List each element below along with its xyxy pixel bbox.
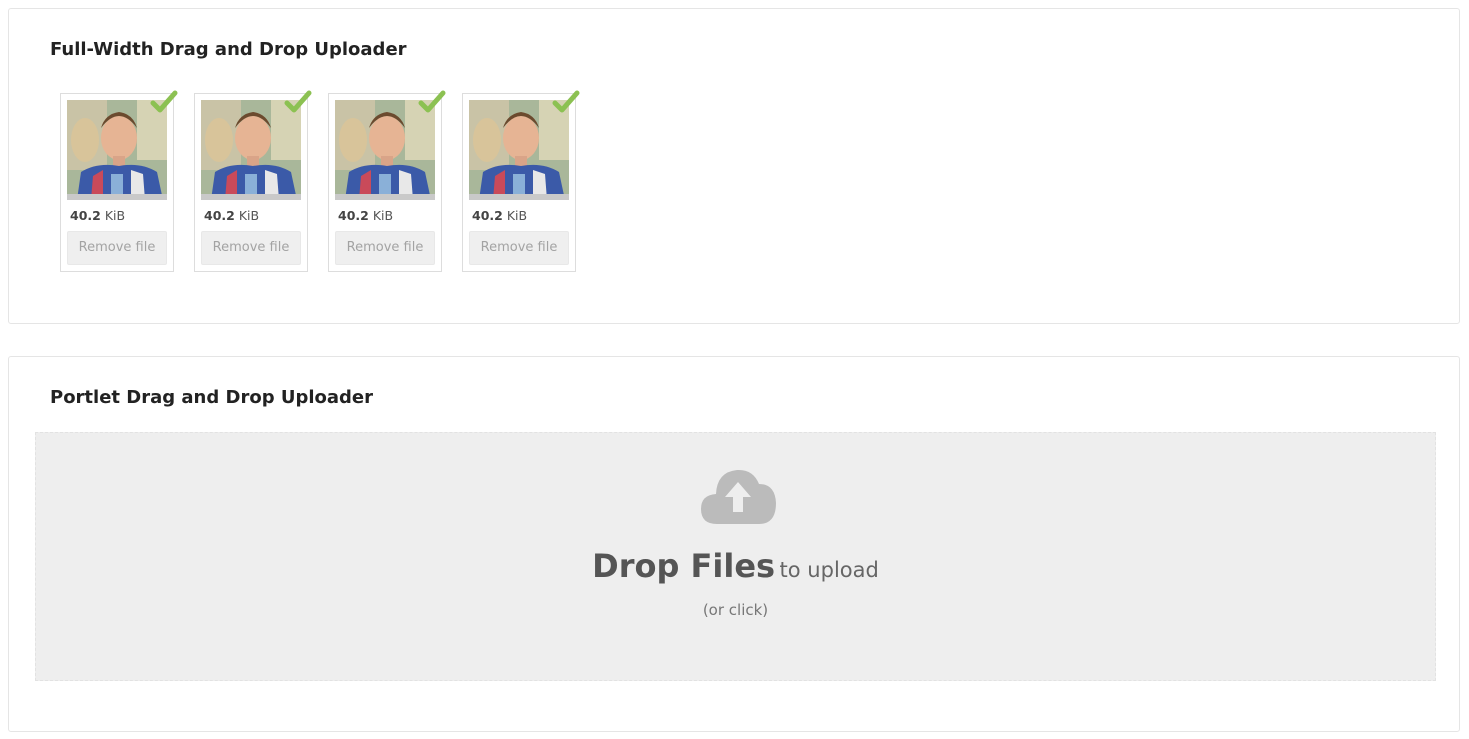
file-size: 40.2 KiB <box>338 208 394 223</box>
full-width-uploader-panel: Full-Width Drag and Drop Uploader 40.2 K… <box>8 8 1460 324</box>
file-preview: 40.2 KiB Remove file <box>328 90 446 272</box>
to-upload-label: to upload <box>779 558 879 582</box>
panel-title: Full-Width Drag and Drop Uploader <box>50 39 407 60</box>
file-size: 40.2 KiB <box>472 208 528 223</box>
or-click-hint: (or click) <box>702 601 769 619</box>
remove-file-button[interactable]: Remove file <box>201 231 301 265</box>
file-preview: 40.2 KiB Remove file <box>462 90 580 272</box>
drop-message: Drop Files to upload <box>36 547 1435 585</box>
cloud-upload-icon <box>701 469 776 524</box>
portlet-uploader-panel: Portlet Drag and Drop Uploader Drop File… <box>8 356 1460 732</box>
file-preview: 40.2 KiB Remove file <box>194 90 312 272</box>
success-check-icon <box>552 90 580 113</box>
remove-file-button[interactable]: Remove file <box>67 231 167 265</box>
drop-files-label: Drop Files <box>592 547 776 585</box>
panel-title: Portlet Drag and Drop Uploader <box>50 387 374 408</box>
success-check-icon <box>284 90 312 113</box>
success-check-icon <box>150 90 178 113</box>
remove-file-button[interactable]: Remove file <box>335 231 435 265</box>
file-size: 40.2 KiB <box>204 208 260 223</box>
remove-file-button[interactable]: Remove file <box>469 231 569 265</box>
file-size: 40.2 KiB <box>70 208 126 223</box>
success-check-icon <box>418 90 446 113</box>
file-preview: 40.2 KiB Remove file <box>60 90 178 272</box>
dropzone[interactable]: Drop Files to upload (or click) <box>35 432 1436 681</box>
